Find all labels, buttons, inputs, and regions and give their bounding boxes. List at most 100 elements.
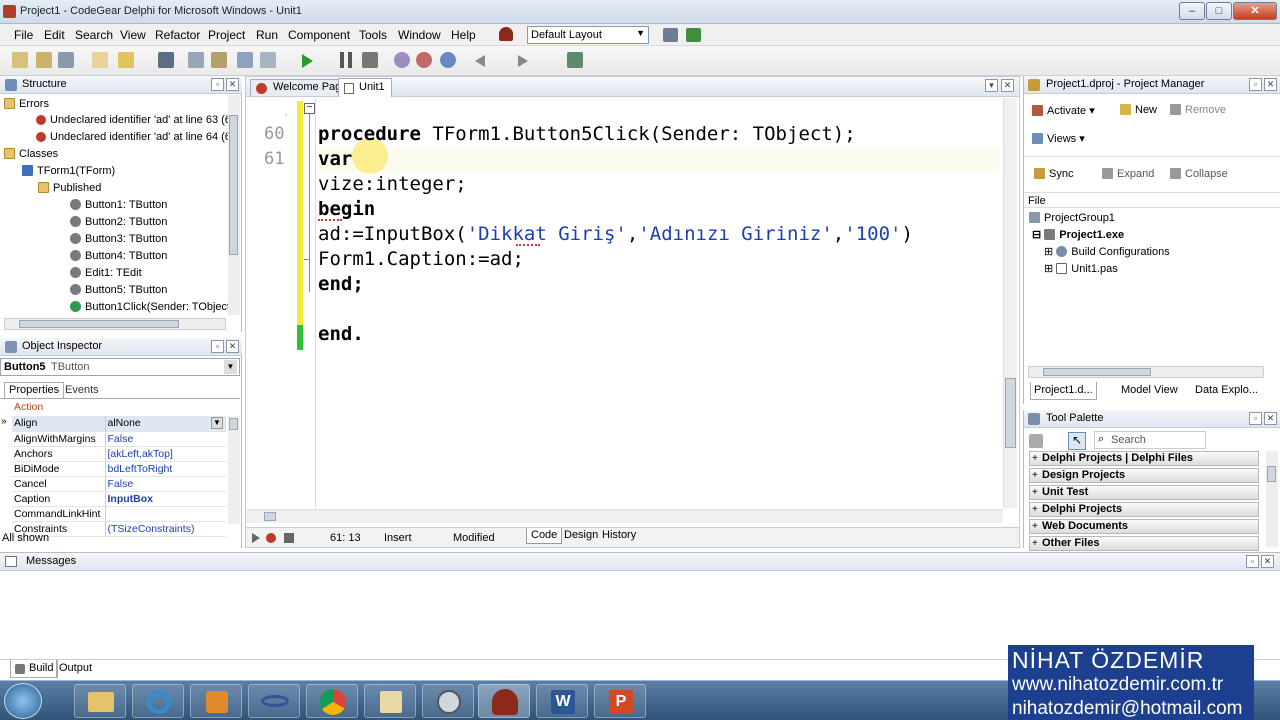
play-macro-icon[interactable] — [252, 533, 260, 543]
collapse-button[interactable]: Collapse — [1170, 168, 1228, 180]
tab-code[interactable]: Code — [526, 528, 563, 544]
taskbar-explorer[interactable] — [74, 684, 126, 718]
property-row[interactable]: Cancel False — [12, 476, 226, 492]
taskbar-notes[interactable] — [364, 684, 416, 718]
expand-button[interactable]: Expand — [1102, 168, 1154, 180]
palette-group[interactable]: Other Files — [1029, 536, 1259, 551]
close-icon[interactable]: ✕ — [1264, 412, 1277, 425]
scroll-thumb[interactable] — [229, 115, 238, 255]
tree-node-classes[interactable]: Classes — [4, 146, 58, 162]
taskbar-app[interactable] — [248, 684, 300, 718]
taskbar-ie[interactable] — [132, 684, 184, 718]
component-icon[interactable] — [567, 52, 583, 68]
tree-node-errors[interactable]: Errors — [4, 96, 49, 112]
palette-group[interactable]: Unit Test — [1029, 485, 1259, 500]
structure-hscrollbar[interactable] — [4, 318, 226, 330]
new-button[interactable]: New — [1120, 104, 1157, 116]
start-button[interactable] — [4, 683, 42, 719]
views-button[interactable]: Views ▾ — [1032, 132, 1085, 145]
tree-node-unit[interactable]: ⊞ Unit1.pas — [1044, 261, 1118, 277]
remove-file-icon[interactable] — [211, 52, 227, 68]
menu-edit[interactable]: Edit — [44, 28, 65, 42]
save-icon[interactable] — [158, 52, 174, 68]
tab-model-view[interactable]: Model View — [1118, 382, 1181, 400]
activate-button[interactable]: Activate ▾ — [1032, 104, 1095, 117]
close-icon[interactable]: ✕ — [1264, 78, 1277, 91]
maximize-button[interactable]: □ — [1206, 2, 1232, 20]
taskbar-word[interactable]: W — [536, 684, 588, 718]
minimize-button[interactable]: – — [1179, 2, 1205, 20]
pin-icon[interactable]: ▫ — [211, 78, 224, 91]
structure-vscrollbar[interactable] — [228, 95, 240, 315]
run-icon[interactable] — [302, 54, 313, 68]
menu-refactor[interactable]: Refactor — [155, 28, 200, 42]
editor-hscrollbar[interactable] — [246, 509, 1003, 523]
tree-node-projectgroup[interactable]: ProjectGroup1 — [1029, 210, 1115, 226]
menu-search[interactable]: Search — [75, 28, 113, 42]
tab-events[interactable]: Events — [62, 383, 102, 398]
tree-node-class[interactable]: TForm1(TForm) — [22, 163, 115, 179]
pin-icon[interactable]: ▫ — [1249, 78, 1262, 91]
back-arrow-icon[interactable] — [475, 55, 485, 67]
close-button[interactable]: ✕ — [1233, 2, 1277, 20]
palette-group[interactable]: Delphi Projects | Delphi Files — [1029, 451, 1259, 466]
palette-vscrollbar[interactable] — [1266, 451, 1278, 547]
menu-view[interactable]: View — [120, 28, 146, 42]
close-file-icon[interactable] — [188, 52, 204, 68]
categories-icon[interactable] — [1029, 434, 1043, 448]
error-item[interactable]: Undeclared identifier 'ad' at line 63 (6… — [36, 112, 240, 128]
tab-list-icon[interactable]: ▾ — [985, 79, 998, 92]
palette-group[interactable]: Delphi Projects — [1029, 502, 1259, 517]
taskbar-chrome[interactable] — [306, 684, 358, 718]
remove-button[interactable]: Remove — [1170, 104, 1226, 116]
property-value[interactable]: False — [104, 476, 226, 492]
pin-icon[interactable]: ▫ — [211, 340, 224, 353]
error-item[interactable]: Undeclared identifier 'ad' at line 64 (6… — [36, 129, 240, 145]
record-macro-icon[interactable] — [266, 533, 276, 543]
forward-arrow-icon[interactable] — [518, 55, 528, 67]
tree-member[interactable]: Button1: TButton — [70, 197, 167, 213]
taskbar-gauge[interactable] — [422, 684, 474, 718]
project-hscrollbar[interactable] — [1028, 366, 1264, 378]
property-value[interactable]: bdLeftToRight — [104, 461, 226, 477]
menu-run[interactable]: Run — [256, 28, 278, 42]
pause-icon[interactable] — [340, 52, 352, 68]
fold-collapse-icon[interactable]: − — [304, 103, 315, 114]
property-value[interactable]: InputBox — [104, 491, 226, 507]
palette-group[interactable]: Web Documents — [1029, 519, 1259, 534]
property-value[interactable]: alNone — [104, 416, 226, 432]
editor-vscrollbar[interactable] — [1003, 98, 1017, 508]
run-to-cursor-icon[interactable] — [440, 52, 456, 68]
tab-properties[interactable]: Properties — [4, 382, 65, 398]
tab-project[interactable]: Project1.d... — [1030, 382, 1097, 400]
scroll-thumb[interactable] — [264, 512, 276, 521]
trace-into-icon[interactable] — [394, 52, 410, 68]
scroll-thumb[interactable] — [19, 320, 179, 328]
tab-output[interactable]: Output — [56, 660, 96, 678]
property-row[interactable]: Caption InputBox — [12, 491, 226, 507]
close-icon[interactable]: ✕ — [226, 340, 239, 353]
tree-member[interactable]: Button4: TButton — [70, 248, 167, 264]
scroll-thumb[interactable] — [1267, 466, 1276, 482]
property-row[interactable]: BiDiMode bdLeftToRight — [12, 461, 226, 477]
scroll-thumb[interactable] — [229, 418, 238, 430]
set-layout-icon[interactable] — [686, 28, 701, 42]
chevron-down-icon[interactable]: ▼ — [211, 417, 223, 429]
taskbar-delphi[interactable] — [478, 684, 530, 718]
step-over-icon[interactable] — [416, 52, 432, 68]
save-all-icon[interactable] — [58, 52, 74, 68]
helmet-icon[interactable] — [499, 27, 513, 41]
menu-help[interactable]: Help — [451, 28, 476, 42]
view-unit-icon[interactable] — [260, 52, 276, 68]
tree-node-project[interactable]: ⊟ Project1.exe — [1032, 227, 1124, 243]
tab-build[interactable]: Build — [10, 660, 59, 678]
close-icon[interactable]: ✕ — [1261, 555, 1274, 568]
property-category[interactable]: Action — [14, 401, 43, 413]
tree-node-build-configurations[interactable]: ⊞ Build Configurations — [1044, 244, 1170, 260]
tree-member[interactable]: Edit1: TEdit — [70, 265, 142, 281]
palette-search-input[interactable]: ⌕ Search — [1094, 431, 1206, 449]
pin-icon[interactable]: ▫ — [1246, 555, 1259, 568]
palette-group[interactable]: Design Projects — [1029, 468, 1259, 483]
tab-history[interactable]: History — [599, 528, 639, 544]
property-value[interactable] — [104, 506, 226, 522]
